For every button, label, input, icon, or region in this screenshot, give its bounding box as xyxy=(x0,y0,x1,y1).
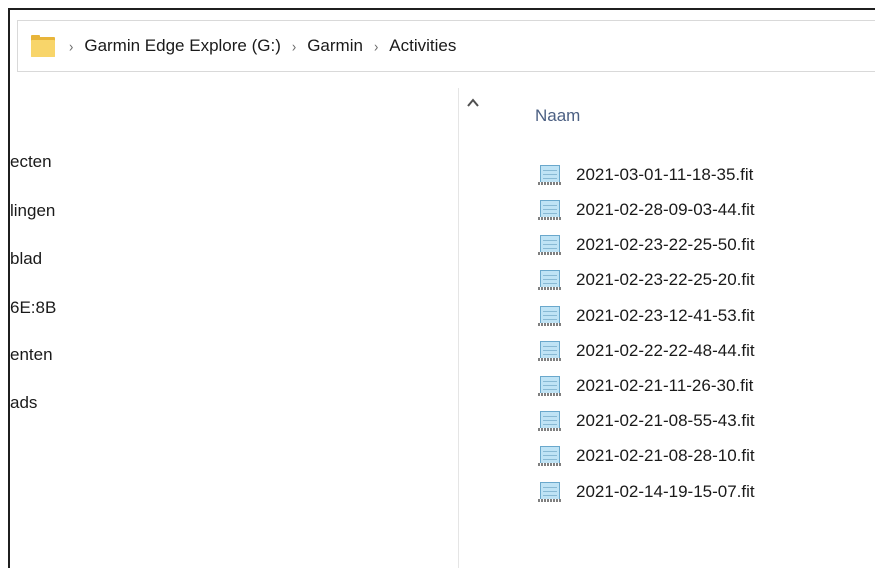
file-name: 2021-02-21-11-26-30.fit xyxy=(576,376,754,395)
breadcrumb-item-drive[interactable]: Garmin Edge Explore (G:) xyxy=(84,36,281,56)
file-name: 2021-02-23-22-25-20.fit xyxy=(576,270,755,289)
list-item[interactable]: 2021-02-28-09-03-44.fit xyxy=(538,198,755,222)
file-name: 2021-02-28-09-03-44.fit xyxy=(576,200,755,219)
fit-file-icon xyxy=(538,306,562,326)
fit-file-icon xyxy=(538,270,562,290)
chevron-up-icon[interactable] xyxy=(466,96,480,110)
breadcrumb-separator-icon[interactable]: › xyxy=(292,38,296,55)
window-top-border xyxy=(8,8,875,10)
file-name: 2021-02-14-19-15-07.fit xyxy=(576,482,755,501)
folder-icon xyxy=(31,35,55,57)
breadcrumb-item-garmin[interactable]: Garmin xyxy=(307,36,363,56)
nav-item-desktop[interactable]: blad xyxy=(10,249,42,269)
list-item[interactable]: 2021-02-23-12-41-53.fit xyxy=(538,304,755,328)
list-item[interactable]: 2021-02-21-08-55-43.fit xyxy=(538,409,755,433)
fit-file-icon xyxy=(538,376,562,396)
file-name: 2021-02-23-12-41-53.fit xyxy=(576,306,755,325)
fit-file-icon xyxy=(538,446,562,466)
list-item[interactable]: 2021-02-23-22-25-50.fit xyxy=(538,233,755,257)
list-item[interactable]: 2021-02-23-22-25-20.fit xyxy=(538,268,755,292)
file-name: 2021-02-22-22-48-44.fit xyxy=(576,341,755,360)
fit-file-icon xyxy=(538,165,562,185)
breadcrumb-separator-icon[interactable]: › xyxy=(374,38,378,55)
fit-file-icon xyxy=(538,235,562,255)
file-explorer-window: › Garmin Edge Explore (G:) › Garmin › Ac… xyxy=(0,0,875,568)
list-item[interactable]: 2021-02-14-19-15-07.fit xyxy=(538,480,755,504)
breadcrumb-separator-icon[interactable]: › xyxy=(69,38,73,55)
list-item[interactable]: 2021-02-22-22-48-44.fit xyxy=(538,339,755,363)
fit-file-icon xyxy=(538,482,562,502)
fit-file-icon xyxy=(538,411,562,431)
breadcrumb-item-activities[interactable]: Activities xyxy=(389,36,456,56)
file-list: Naam 2021-03-01-11-18-35.fit 2021-02-28-… xyxy=(500,88,875,568)
address-bar[interactable]: › Garmin Edge Explore (G:) › Garmin › Ac… xyxy=(17,20,875,72)
list-item[interactable]: 2021-03-01-11-18-35.fit xyxy=(538,163,753,187)
pane-divider[interactable] xyxy=(458,88,459,568)
nav-item-downloads[interactable]: ads xyxy=(10,393,37,413)
list-item[interactable]: 2021-02-21-11-26-30.fit xyxy=(538,374,753,398)
nav-item-downloads-settings[interactable]: lingen xyxy=(10,201,55,221)
column-header-name[interactable]: Naam xyxy=(535,106,580,126)
nav-item-documents[interactable]: enten xyxy=(10,345,53,365)
file-name: 2021-02-21-08-55-43.fit xyxy=(576,411,755,430)
fit-file-icon xyxy=(538,200,562,220)
file-name: 2021-02-23-22-25-50.fit xyxy=(576,235,755,254)
list-item[interactable]: 2021-02-21-08-28-10.fit xyxy=(538,444,755,468)
file-name: 2021-02-21-08-28-10.fit xyxy=(576,446,755,465)
nav-item-objects[interactable]: ecten xyxy=(10,152,52,172)
fit-file-icon xyxy=(538,341,562,361)
navigation-pane: ecten lingen blad 6E:8B enten ads xyxy=(10,88,458,568)
nav-item-device[interactable]: 6E:8B xyxy=(10,298,56,318)
file-name: 2021-03-01-11-18-35.fit xyxy=(576,165,754,184)
